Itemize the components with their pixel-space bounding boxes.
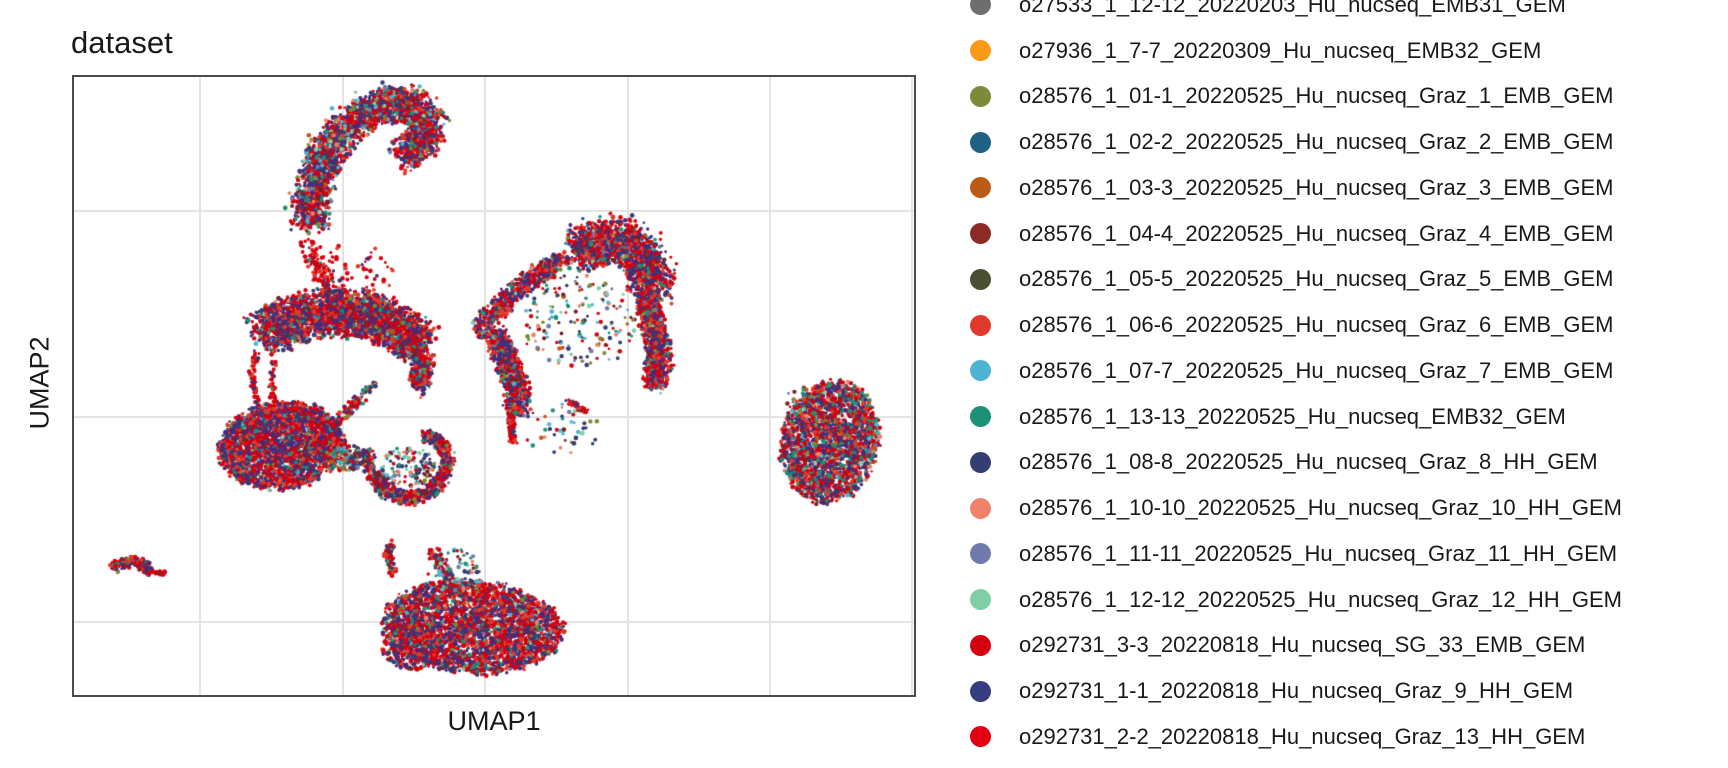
legend-item-label: o28576_1_06-6_20220525_Hu_nucseq_Graz_6_… <box>1019 312 1613 338</box>
legend-item-label: o28576_1_13-13_20220525_Hu_nucseq_EMB32_… <box>1019 404 1566 430</box>
legend-color-dot <box>970 40 991 61</box>
legend-item: o28576_1_02-2_20220525_Hu_nucseq_Graz_2_… <box>970 119 1622 165</box>
legend-item-label: o28576_1_03-3_20220525_Hu_nucseq_Graz_3_… <box>1019 175 1613 201</box>
legend-item-label: o28576_1_05-5_20220525_Hu_nucseq_Graz_5_… <box>1019 266 1613 292</box>
legend-item-label: o292731_3-3_20220818_Hu_nucseq_SG_33_EMB… <box>1019 632 1585 658</box>
y-axis-label: UMAP2 <box>25 336 56 429</box>
legend-item: o292731_3-3_20220818_Hu_nucseq_SG_33_EMB… <box>970 623 1622 669</box>
plot-panel <box>72 75 916 697</box>
legend-item-label: o28576_1_12-12_20220525_Hu_nucseq_Graz_1… <box>1019 587 1622 613</box>
legend-item: o27936_1_7-7_20220309_Hu_nucseq_EMB32_GE… <box>970 28 1622 74</box>
legend-color-dot <box>970 681 991 702</box>
legend-color-dot <box>970 589 991 610</box>
legend-item: o28576_1_04-4_20220525_Hu_nucseq_Graz_4_… <box>970 211 1622 257</box>
legend-item-label: o28576_1_04-4_20220525_Hu_nucseq_Graz_4_… <box>1019 221 1613 247</box>
legend-color-dot <box>970 86 991 107</box>
legend-color-dot <box>970 406 991 427</box>
umap-scatter-canvas <box>72 75 916 697</box>
legend-color-dot <box>970 360 991 381</box>
legend-color-dot <box>970 223 991 244</box>
legend-item: o28576_1_11-11_20220525_Hu_nucseq_Graz_1… <box>970 531 1622 577</box>
legend-color-dot <box>970 177 991 198</box>
legend-item-label: o28576_1_01-1_20220525_Hu_nucseq_Graz_1_… <box>1019 83 1613 109</box>
legend-item-label: o292731_2-2_20220818_Hu_nucseq_Graz_13_H… <box>1019 724 1585 750</box>
legend-item: o28576_1_10-10_20220525_Hu_nucseq_Graz_1… <box>970 485 1622 531</box>
legend-color-dot <box>970 498 991 519</box>
legend-item: o28576_1_05-5_20220525_Hu_nucseq_Graz_5_… <box>970 257 1622 303</box>
legend-item: o28576_1_03-3_20220525_Hu_nucseq_Graz_3_… <box>970 165 1622 211</box>
legend-item: o28576_1_06-6_20220525_Hu_nucseq_Graz_6_… <box>970 302 1622 348</box>
legend-color-dot <box>970 132 991 153</box>
legend-item-label: o28576_1_02-2_20220525_Hu_nucseq_Graz_2_… <box>1019 129 1613 155</box>
legend-color-dot <box>970 315 991 336</box>
legend: o27533_1_12-12_20220203_Hu_nucseq_EMB31_… <box>970 0 1622 760</box>
legend-item: o28576_1_07-7_20220525_Hu_nucseq_Graz_7_… <box>970 348 1622 394</box>
legend-item-label: o27533_1_12-12_20220203_Hu_nucseq_EMB31_… <box>1019 0 1566 18</box>
legend-item: o292731_2-2_20220818_Hu_nucseq_Graz_13_H… <box>970 714 1622 760</box>
legend-item: o27533_1_12-12_20220203_Hu_nucseq_EMB31_… <box>970 0 1622 28</box>
legend-item-label: o28576_1_08-8_20220525_Hu_nucseq_Graz_8_… <box>1019 449 1598 475</box>
legend-color-dot <box>970 0 991 15</box>
plot-title: dataset <box>71 25 173 61</box>
legend-color-dot <box>970 269 991 290</box>
legend-color-dot <box>970 726 991 747</box>
x-axis-label: UMAP1 <box>72 706 916 737</box>
legend-item: o28576_1_01-1_20220525_Hu_nucseq_Graz_1_… <box>970 74 1622 120</box>
legend-color-dot <box>970 635 991 656</box>
legend-color-dot <box>970 452 991 473</box>
legend-item: o292731_1-1_20220818_Hu_nucseq_Graz_9_HH… <box>970 668 1622 714</box>
legend-item-label: o28576_1_07-7_20220525_Hu_nucseq_Graz_7_… <box>1019 358 1613 384</box>
legend-item-label: o28576_1_11-11_20220525_Hu_nucseq_Graz_1… <box>1019 541 1617 567</box>
legend-item-label: o292731_1-1_20220818_Hu_nucseq_Graz_9_HH… <box>1019 678 1573 704</box>
legend-item: o28576_1_13-13_20220525_Hu_nucseq_EMB32_… <box>970 394 1622 440</box>
legend-item-label: o27936_1_7-7_20220309_Hu_nucseq_EMB32_GE… <box>1019 38 1541 64</box>
legend-item: o28576_1_12-12_20220525_Hu_nucseq_Graz_1… <box>970 577 1622 623</box>
legend-color-dot <box>970 543 991 564</box>
legend-item-label: o28576_1_10-10_20220525_Hu_nucseq_Graz_1… <box>1019 495 1622 521</box>
legend-item: o28576_1_08-8_20220525_Hu_nucseq_Graz_8_… <box>970 440 1622 486</box>
